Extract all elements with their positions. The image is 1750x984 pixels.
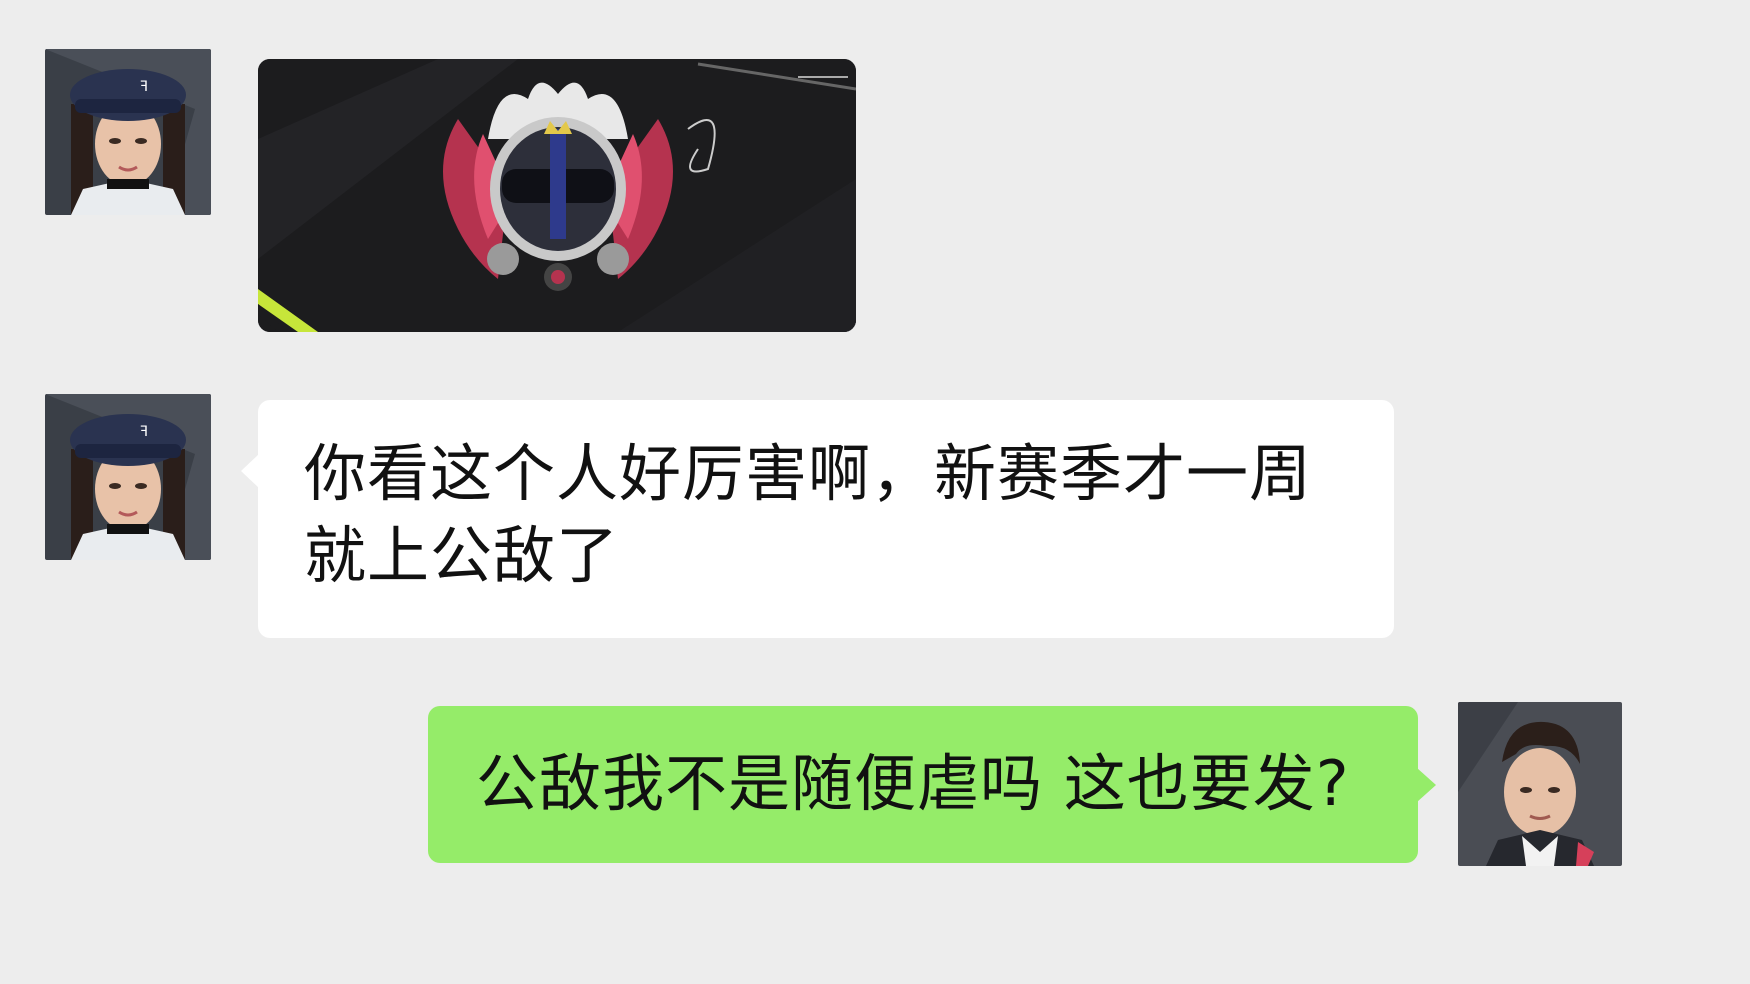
message-text: 你看这个人好厉害啊，新赛季才一周就上公敌了 <box>304 437 1313 592</box>
avatar-self[interactable] <box>1458 702 1622 866</box>
incoming-message-bubble[interactable]: 你看这个人好厉害啊，新赛季才一周就上公敌了 <box>241 400 1394 638</box>
female-avatar-icon: ꟻ <box>45 49 211 215</box>
image-message[interactable] <box>258 59 856 332</box>
male-avatar-icon <box>1458 702 1622 866</box>
racing-helmet-emblem-icon <box>258 59 856 332</box>
outgoing-message-bubble[interactable]: 公敌我不是随便虐吗 这也要发? <box>428 706 1436 863</box>
message-text: 公敌我不是随便虐吗 这也要发? <box>476 747 1350 820</box>
avatar-female-contact[interactable]: ꟻ <box>45 49 211 215</box>
avatar-female-contact[interactable]: ꟻ <box>45 394 211 560</box>
svg-text:ꟻ: ꟻ <box>140 424 148 440</box>
female-avatar-icon: ꟻ <box>45 394 211 560</box>
svg-text:ꟻ: ꟻ <box>140 79 148 95</box>
